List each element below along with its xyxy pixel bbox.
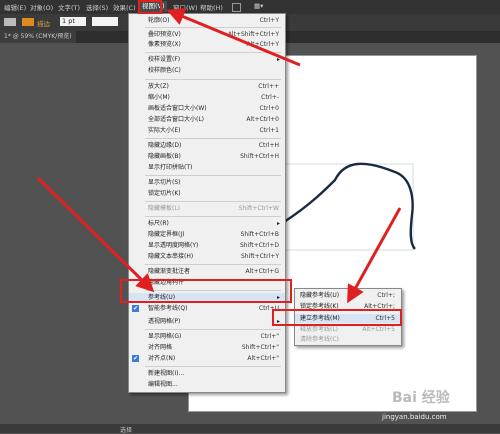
status-bar: 选择 bbox=[0, 424, 500, 434]
annotation-arrows bbox=[36, 8, 402, 304]
arrow-to-submenu bbox=[347, 207, 402, 304]
arrow-to-guides bbox=[36, 176, 155, 293]
watermark-logo: Bai 经验 bbox=[392, 390, 450, 406]
arrow-to-view-menu bbox=[166, 8, 301, 67]
watermark-url: jingyan.baidu.com bbox=[382, 413, 447, 421]
